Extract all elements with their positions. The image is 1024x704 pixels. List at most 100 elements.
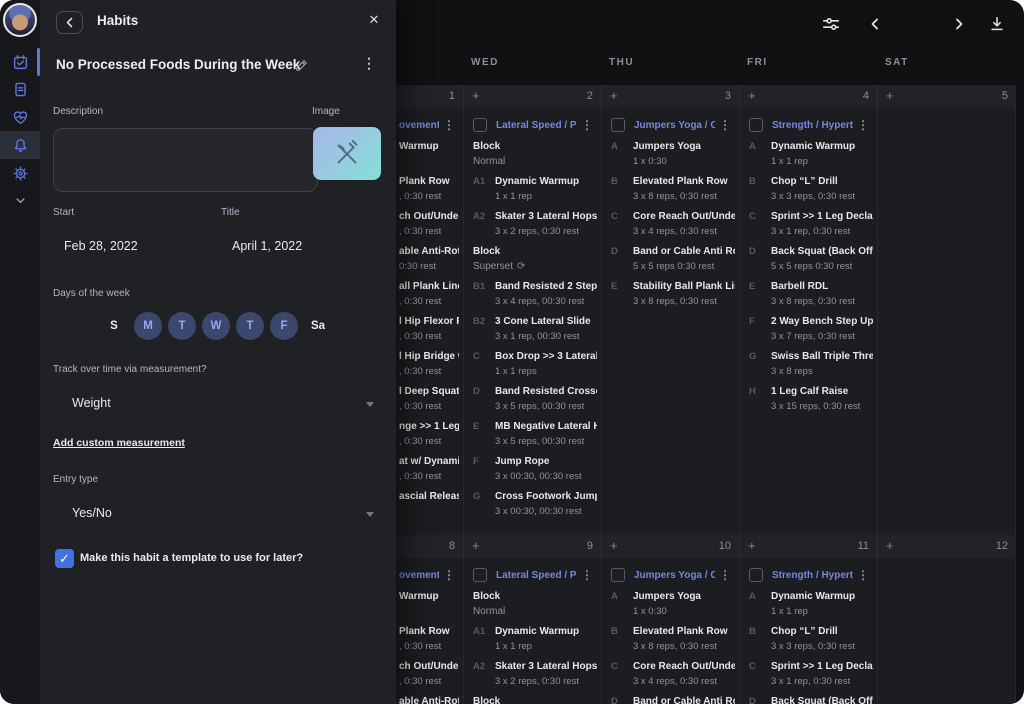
chevron-left-icon (65, 17, 74, 28)
block-name: Block (473, 244, 597, 259)
day-toggle-sa[interactable]: Sa (304, 312, 332, 340)
sidebar-item-calendar[interactable] (0, 48, 40, 76)
add-workout-button[interactable]: + (610, 88, 618, 104)
exercise-name: l Deep Squat Mo... (399, 384, 459, 399)
exercise-letter: A1 (473, 624, 485, 639)
day-toggle-t[interactable]: T (168, 312, 196, 340)
kebab-menu-icon[interactable]: ⋮ (443, 119, 455, 131)
gear-icon (12, 165, 29, 182)
workout-checkbox[interactable] (473, 568, 487, 582)
sidebar-item-settings[interactable] (0, 159, 40, 187)
template-checkbox[interactable]: ✓ (55, 549, 74, 568)
description-input[interactable] (53, 128, 318, 192)
workout-checkbox[interactable] (611, 568, 625, 582)
close-icon[interactable]: ✕ (365, 11, 383, 29)
sidebar-item-health[interactable] (0, 103, 40, 131)
exercise-name: able Anti-Rotati... (399, 694, 459, 704)
sidebar (0, 0, 40, 704)
exercise-letter: C (749, 209, 756, 224)
exercise-row: CCore Reach Out/Under3 x 4 reps, 0:30 re… (601, 659, 739, 689)
chevron-left-icon[interactable] (864, 13, 886, 35)
day-toggle-m[interactable]: M (134, 312, 162, 340)
workout-checkbox[interactable] (611, 118, 625, 132)
exercise-detail: , 0:30 rest (399, 399, 463, 414)
day-cell-header: +3 (601, 85, 739, 108)
day-toggle-s[interactable]: S (100, 312, 128, 340)
exercise-detail: , 0:30 rest (399, 224, 463, 239)
add-custom-measurement-link[interactable]: Add custom measurement (53, 437, 185, 449)
exercise-name: Warmup (399, 589, 459, 604)
exercise-letter: A (749, 589, 756, 604)
exercise-row: F2 Way Bench Step Up3 x 7 reps, 0:30 res… (739, 314, 877, 344)
filter-sliders-icon[interactable] (820, 13, 842, 35)
sidebar-item-reminders[interactable] (0, 131, 40, 159)
workout-title[interactable]: Jumpers Yoga / Core (634, 570, 715, 581)
exercise-list: BlockNormalA1Dynamic Warmup1 x 1 repA2Sk… (463, 135, 601, 519)
day-cell-header: +12 (877, 535, 1016, 558)
workout-title[interactable]: Lateral Speed / Plyo (496, 120, 577, 131)
kebab-menu-icon[interactable]: ⋮ (857, 119, 869, 131)
exercise-name: Barbell RDL (771, 279, 873, 294)
exercise-name: nge >> 1 Leg St... (399, 419, 459, 434)
entry-type-select[interactable]: Yes/No (72, 506, 112, 520)
drawer-title: Habits (97, 13, 138, 28)
start-date-field[interactable]: Feb 28, 2022 (64, 239, 138, 253)
add-workout-button[interactable]: + (472, 88, 480, 104)
sidebar-item-documents[interactable] (0, 75, 40, 103)
title-date-field[interactable]: April 1, 2022 (232, 239, 302, 253)
exercise-detail: 3 x 8 reps, 0:30 rest (771, 294, 877, 309)
exercise-row: GCross Footwork Jump Rope3 x 00:30, 00:3… (463, 489, 601, 519)
avatar[interactable] (3, 3, 37, 37)
workout-title[interactable]: Strength / Hypertro... (772, 120, 853, 131)
kebab-menu-icon[interactable]: ⋮ (581, 119, 593, 131)
workout-title[interactable]: Strength / Hypertro... (772, 570, 853, 581)
workout-title[interactable]: Jumpers Yoga / Core (634, 120, 715, 131)
workout-checkbox[interactable] (749, 118, 763, 132)
exercise-letter: A (611, 139, 618, 154)
kebab-menu-icon[interactable]: ⋮ (443, 569, 455, 581)
sidebar-expand-button[interactable] (0, 186, 40, 214)
chevron-down-icon[interactable] (366, 512, 374, 517)
chevron-down-icon[interactable] (366, 402, 374, 407)
exercise-name: Elevated Plank Row (633, 174, 735, 189)
kebab-menu-icon[interactable]: ⋮ (719, 569, 731, 581)
day-toggle-t[interactable]: T (236, 312, 264, 340)
add-workout-button[interactable]: + (748, 88, 756, 104)
pencil-icon[interactable] (295, 59, 308, 72)
exercise-detail: 3 x 00:30, 00:30 rest (495, 469, 601, 484)
track-measurement-label: Track over time via measurement? (53, 364, 207, 375)
heart-pulse-icon (12, 109, 29, 126)
kebab-menu-icon[interactable]: ⋮ (719, 119, 731, 131)
kebab-menu-icon[interactable]: ⋮ (581, 569, 593, 581)
document-icon (12, 81, 29, 98)
add-workout-button[interactable]: + (886, 88, 894, 104)
exercise-detail: 1 x 0:30 (633, 154, 739, 169)
exercise-detail: 1 x 1 rep (771, 154, 877, 169)
add-workout-button[interactable]: + (472, 538, 480, 554)
exercise-detail: 1 x 1 rep (771, 604, 877, 619)
chevron-right-icon[interactable] (948, 13, 970, 35)
add-workout-button[interactable]: + (748, 538, 756, 554)
exercise-name: Plank Row (399, 174, 459, 189)
exercise-row: BElevated Plank Row3 x 8 reps, 0:30 rest (601, 174, 739, 204)
measurement-select[interactable]: Weight (72, 396, 111, 410)
workout-title[interactable]: Lateral Speed / Plyo (496, 570, 577, 581)
add-workout-button[interactable]: + (886, 538, 894, 554)
exercise-name: Warmup (399, 139, 459, 154)
workout-title[interactable]: ovement Q... (399, 120, 439, 131)
exercise-letter: B (611, 174, 618, 189)
back-button[interactable] (56, 11, 83, 34)
workout-checkbox[interactable] (749, 568, 763, 582)
add-workout-button[interactable]: + (610, 538, 618, 554)
workout-title[interactable]: ovement Q... (399, 570, 439, 581)
kebab-menu-icon[interactable]: ⋮ (362, 55, 376, 72)
day-toggle-w[interactable]: W (202, 312, 230, 340)
exercise-name: ch Out/Under (399, 659, 459, 674)
habit-image-tile[interactable] (313, 127, 381, 180)
exercise-row: BChop “L” Drill3 x 3 reps, 0:30 rest (739, 624, 877, 654)
exercise-row: CBox Drop >> 3 Lateral H...1 x 1 reps (463, 349, 601, 379)
kebab-menu-icon[interactable]: ⋮ (857, 569, 869, 581)
workout-checkbox[interactable] (473, 118, 487, 132)
day-toggle-f[interactable]: F (270, 312, 298, 340)
download-icon[interactable] (986, 13, 1008, 35)
